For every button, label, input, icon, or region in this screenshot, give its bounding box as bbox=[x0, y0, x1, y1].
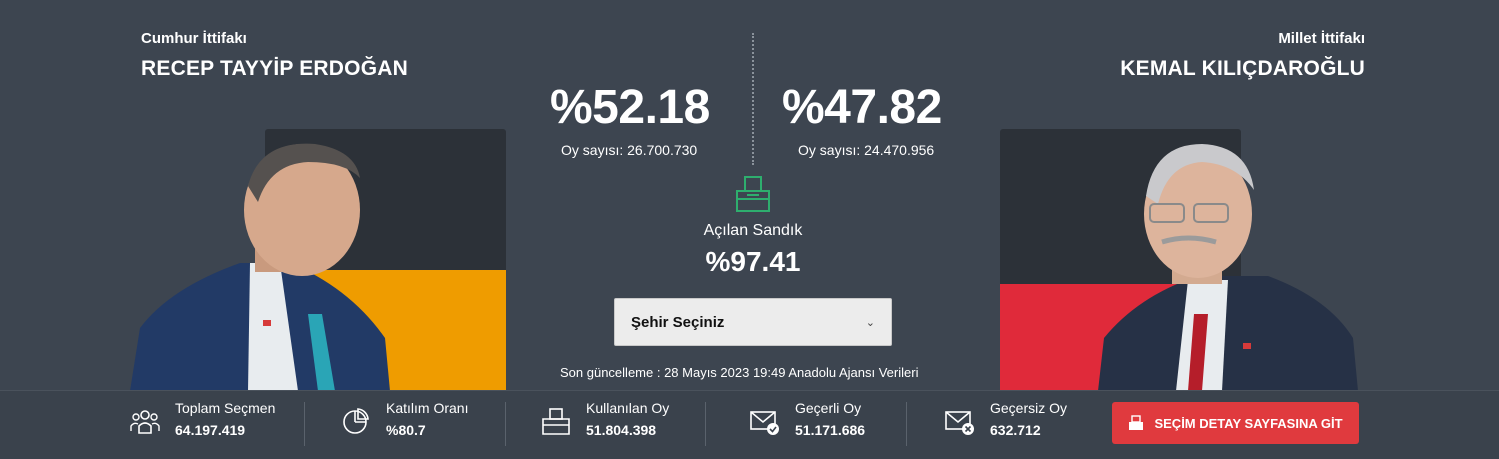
stat-label: Geçerli Oy bbox=[795, 400, 862, 416]
opened-ballot-label: Açılan Sandık bbox=[703, 222, 803, 239]
stat-label: Katılım Oranı bbox=[386, 400, 469, 416]
right-vote-count: Oy sayısı: 24.470.956 bbox=[798, 142, 935, 158]
left-candidate-photo bbox=[130, 143, 390, 391]
envelope-x-icon bbox=[945, 411, 974, 435]
city-select[interactable]: Şehir Seçiniz ⌄ bbox=[614, 298, 892, 346]
stat-value: 632.712 bbox=[990, 422, 1041, 438]
detail-button-label: SEÇİM DETAY SAYFASINA GİT bbox=[1154, 415, 1343, 431]
right-alliance-name: Millet İttifakı bbox=[1278, 30, 1365, 47]
stat-value: 51.171.686 bbox=[795, 422, 866, 438]
left-candidate-name: RECEP TAYYİP ERDOĞAN bbox=[141, 57, 408, 80]
stat-divider bbox=[505, 402, 506, 446]
chevron-down-icon: ⌄ bbox=[865, 316, 875, 329]
right-vote-percent: %47.82 bbox=[782, 81, 942, 134]
people-icon bbox=[130, 410, 160, 434]
center-divider bbox=[752, 33, 754, 165]
stat-label: Geçersiz Oy bbox=[990, 400, 1068, 416]
stat-divider bbox=[304, 402, 305, 446]
election-detail-button[interactable]: SEÇİM DETAY SAYFASINA GİT bbox=[1112, 402, 1359, 444]
opened-ballot-percent: %97.41 bbox=[705, 246, 801, 277]
stat-divider bbox=[705, 402, 706, 446]
stat-value: 51.804.398 bbox=[586, 422, 657, 438]
ballot-box-icon bbox=[736, 176, 770, 212]
city-select-value: Şehir Seçiniz bbox=[631, 313, 725, 331]
stat-divider bbox=[906, 402, 907, 446]
last-update-text: Son güncelleme : 28 Mayıs 2023 19:49 Ana… bbox=[560, 365, 919, 380]
ballot-box-icon bbox=[1129, 415, 1144, 430]
right-candidate-photo bbox=[1098, 144, 1358, 391]
pie-chart-icon bbox=[343, 408, 369, 434]
stat-value: 64.197.419 bbox=[175, 422, 246, 438]
ballot-box-icon bbox=[542, 408, 570, 435]
stat-label: Kullanılan Oy bbox=[586, 400, 670, 416]
stat-value: %80.7 bbox=[386, 422, 426, 438]
envelope-check-icon bbox=[750, 411, 779, 435]
left-alliance-name: Cumhur İttifakı bbox=[141, 30, 247, 47]
right-candidate-name: KEMAL KILIÇDAROĞLU bbox=[1120, 57, 1365, 80]
left-vote-percent: %52.18 bbox=[550, 81, 710, 134]
left-vote-count: Oy sayısı: 26.700.730 bbox=[561, 142, 698, 158]
stat-label: Toplam Seçmen bbox=[175, 400, 276, 416]
